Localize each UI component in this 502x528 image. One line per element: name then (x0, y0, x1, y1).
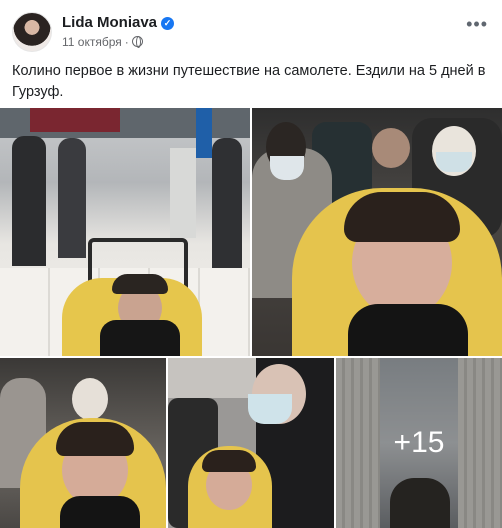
gallery-photo-cabin-1[interactable] (252, 108, 502, 356)
gallery-photo-airport[interactable] (0, 108, 250, 356)
post-text: Колино первое в жизни путешествие на сам… (12, 63, 486, 100)
gallery-photo-more[interactable]: +15 (336, 358, 502, 528)
globe-icon[interactable] (131, 36, 143, 48)
more-options-icon[interactable]: ••• (466, 14, 488, 35)
gallery-photo-cabin-3[interactable] (168, 358, 334, 528)
author-avatar[interactable] (12, 12, 52, 52)
post-header: Lida Moniava ✓ 11 октября · ••• (0, 0, 502, 56)
photo-gallery: +15 (0, 108, 502, 528)
post-meta: 11 октября · (62, 35, 143, 49)
post-date[interactable]: 11 октября (62, 35, 122, 49)
meta-separator: · (124, 35, 129, 49)
author-name-row: Lida Moniava ✓ (62, 14, 175, 31)
more-photos-overlay[interactable]: +15 (336, 358, 502, 528)
gallery-photo-cabin-2[interactable] (0, 358, 166, 528)
verified-badge-icon: ✓ (161, 17, 175, 30)
author-name[interactable]: Lida Moniava (62, 14, 157, 31)
